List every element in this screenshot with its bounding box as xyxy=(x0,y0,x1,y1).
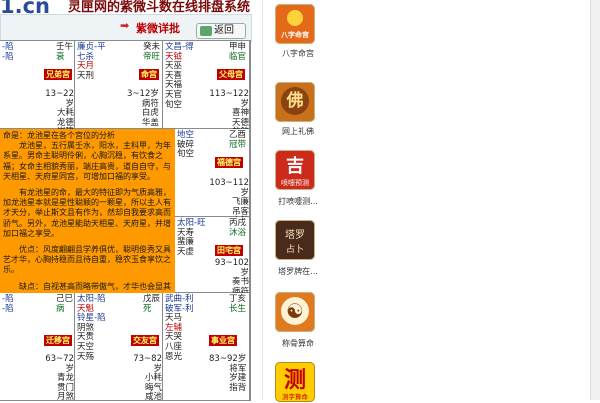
palace-cell-career[interactable]: 武曲-利 破军-利 天马 左辅 天哭 八座 恩光 丁亥 长生 事业宫 83~92… xyxy=(163,293,250,401)
palace-stars: 廉贞-平 七杀 天月 天刑 xyxy=(77,42,106,81)
analysis-paragraph: 有龙池星的命，最大的特征即为气质高雅，加龙池星本就是星性聪颖的一颗星，所以主人有… xyxy=(3,188,171,238)
sneeze-icon[interactable]: 吉 喷嚏预测 xyxy=(275,150,315,190)
palace-name-badge: 命宫 xyxy=(139,69,159,80)
palace-stars: 地空 破碎 旬空 xyxy=(177,130,195,160)
palace-age-shensha: 3~12岁 病符 白虎 华盖 xyxy=(127,89,159,128)
palace-stem: 丁亥 长生 xyxy=(229,294,247,314)
palace-cell-fortune[interactable]: 地空 破碎 旬空 乙酉 冠带 福德宫 103~112岁 飞廉 吊客 灾煞 xyxy=(175,129,250,226)
tarot-icon[interactable]: 塔罗 占卜 xyxy=(275,220,315,260)
bazi-icon[interactable]: 八字命宫 xyxy=(275,4,315,44)
bone-fortune-icon[interactable]: ☯ xyxy=(275,292,315,332)
palace-stars: 文昌-得 天钺 天巫 天喜 天福 天官 旬空 xyxy=(165,42,194,110)
content-divider xyxy=(262,0,263,400)
analysis-paragraph: 龙池星，五行属壬水，阳水，主科甲，为年系星。男命主聪明伶俐，心胸沉稳，有饮食之福… xyxy=(3,141,171,181)
palace-age-shensha: 73~82岁 小耗 晦气 咸池 xyxy=(133,354,162,403)
palace-name-badge: 兄弟宫 xyxy=(44,69,72,80)
palace-stem: 癸未 帝旺 xyxy=(143,42,161,62)
arrow-icon: ➡ xyxy=(120,19,130,32)
sidebar-item-sneeze[interactable]: 打喷嚏测... xyxy=(268,196,328,207)
sidebar-item-tarot[interactable]: 塔罗牌在... xyxy=(268,266,328,277)
back-button-label: 返回 xyxy=(214,25,234,36)
palace-cell-parents[interactable]: 文昌-得 天钺 天巫 天喜 天福 天官 旬空 甲申 临官 父母宫 113~122… xyxy=(163,41,250,137)
detail-analysis-link[interactable]: 紫微详批 xyxy=(136,20,180,36)
analysis-paragraph: 缺点：自视甚高而略带傲气，才华也会显其 xyxy=(19,281,171,291)
site-title: 灵匣网的紫微斗数在线排盘系统 xyxy=(68,0,251,15)
palace-stem: 己巳 病 xyxy=(56,294,74,314)
palace-age-shensha: 83~92岁 将军 岁建 指背 xyxy=(209,354,247,393)
palace-cell-travel[interactable]: -陷 -陷 己巳 病 迁移宫 63~72岁 青龙 贯门 月煞 xyxy=(0,293,75,403)
palace-stars: 太阳-陷 天魁 铃星-陷 阴煞 天贵 天空 天殇 xyxy=(77,294,106,362)
character-test-icon[interactable]: 测 测字算命 xyxy=(275,362,315,402)
palace-stem: 戊辰 死 xyxy=(143,294,161,314)
analysis-paragraph: 优点：风度翩翩且学养俱优，聪明俊秀又具艺才华，心胸持稳而且待自重，稳农玉食享饮之… xyxy=(3,245,171,275)
palace-name-badge: 迁移宫 xyxy=(44,335,72,346)
star-analysis-panel: 命是：龙池星在各个宫位的分析 龙池星，五行属壬水，阳水，主科甲，为年系星。男命主… xyxy=(0,129,175,294)
palace-stars: 武曲-利 破军-利 天马 左辅 天哭 八座 恩光 xyxy=(165,294,194,362)
palace-stem: 甲申 临官 xyxy=(229,42,247,62)
palace-name-badge: 事业宫 xyxy=(209,335,237,346)
palace-stars: -陷 -陷 xyxy=(2,42,14,62)
palace-age-shensha: 63~72岁 青龙 贯门 月煞 xyxy=(45,354,74,403)
sidebar-item-bazi[interactable]: 八字命宫 xyxy=(268,48,328,59)
palace-cell-property[interactable]: 太阳-旺 天寿 蜚廉 天虚 丙戌 沐浴 田宅宫 93~102岁 奏书 病符 天煞 xyxy=(175,217,250,306)
star-name: -陷 xyxy=(2,51,14,62)
fortune-sidebar: 八字命宫 八字命宫 佛 网上礼佛 吉 喷嚏预测 打喷嚏测... 塔罗 占卜 塔罗… xyxy=(268,0,332,402)
palace-stem: 丙戌 沐浴 xyxy=(229,218,247,238)
ziwei-chart: -陷 -陷 壬午 衰 兄弟宫 13~22岁 大耗 龙德 岁建 廉贞-平 七杀 天… xyxy=(0,40,251,403)
palace-stem: 乙酉 冠带 xyxy=(229,130,247,150)
palace-stars: -陷 -陷 xyxy=(2,294,14,314)
palace-stars: 太阳-旺 天寿 蜚廉 天虚 xyxy=(177,218,206,257)
palace-name-badge: 父母宫 xyxy=(217,69,245,80)
palace-cell-friends[interactable]: 太阳-陷 天魁 铃星-陷 阴煞 天贵 天空 天殇 戊辰 死 交友宫 73~82岁… xyxy=(75,293,163,403)
palace-stem: 壬午 衰 xyxy=(56,42,74,62)
palace-cell-brothers[interactable]: -陷 -陷 壬午 衰 兄弟宫 13~22岁 大耗 龙德 岁建 xyxy=(0,41,75,137)
palace-name-badge: 交友宫 xyxy=(131,335,159,346)
palace-cell-life[interactable]: 廉贞-平 七杀 天月 天刑 癸未 帝旺 命宫 3~12岁 病符 白虎 华盖 xyxy=(75,41,163,129)
sidebar-item-buddha[interactable]: 网上礼佛 xyxy=(268,126,328,137)
back-icon xyxy=(200,26,212,36)
buddha-icon[interactable]: 佛 xyxy=(275,82,315,122)
palace-name-badge: 福德宫 xyxy=(215,157,243,168)
sidebar-item-bone-fortune[interactable]: 称骨算命 xyxy=(268,338,328,349)
vertical-scrollbar[interactable] xyxy=(590,0,600,400)
back-button[interactable]: 返回 xyxy=(196,23,246,39)
palace-name-badge: 田宅宫 xyxy=(215,245,243,256)
analysis-title: 命是：龙池星在各个宫位的分析 xyxy=(3,131,115,140)
